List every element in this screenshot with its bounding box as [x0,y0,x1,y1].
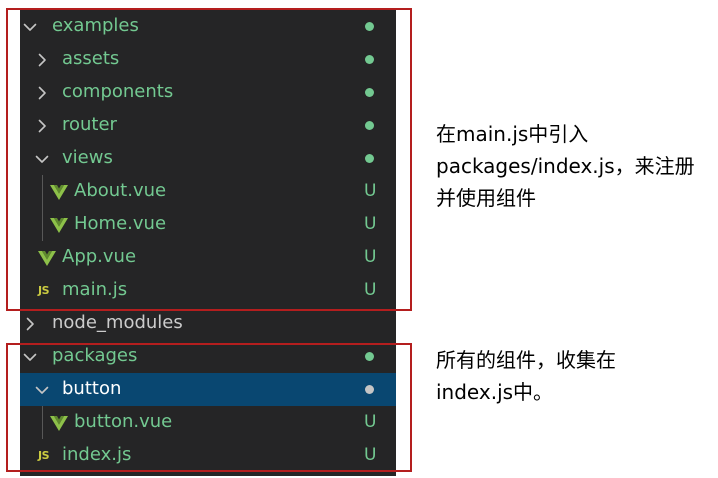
examples-annotation-line-3: 并使用组件 [436,186,536,210]
examples-annotation-line-1: 在main.js中引入 [436,122,589,146]
packages-annotation-line-1: 所有的组件，收集在 [436,348,616,372]
examples-highlight-box [6,8,412,311]
tree-item-label: node_modules [52,312,183,333]
chevron-right-icon[interactable] [20,307,40,340]
examples-annotation-line-2: packages/index.js，来注册 [436,154,695,178]
examples-annotation: 在main.js中引入 packages/index.js，来注册 并使用组件 [436,118,695,214]
tree-item-node-modules[interactable]: node_modules [20,307,396,340]
packages-annotation: 所有的组件，收集在 index.js中。 [436,344,616,408]
packages-annotation-line-2: index.js中。 [436,380,554,404]
packages-highlight-box [6,343,412,472]
